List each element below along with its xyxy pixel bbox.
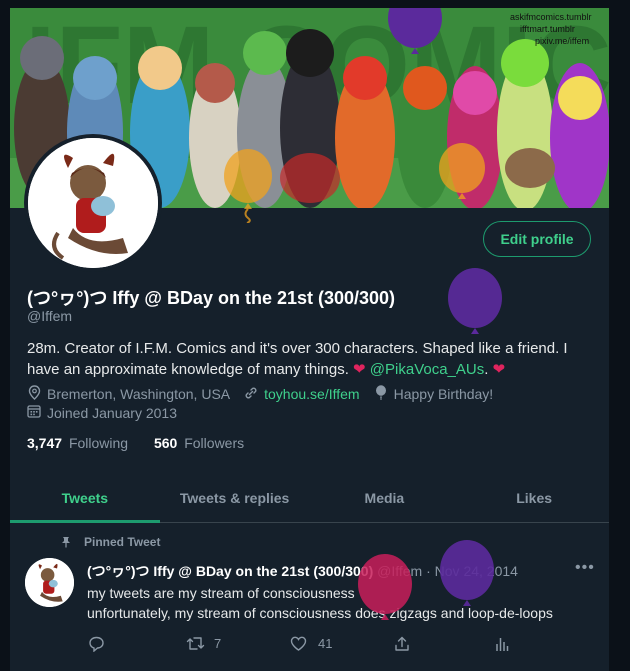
location-pin-icon [27,385,41,403]
share-button[interactable] [394,636,410,652]
pinned-indicator: Pinned Tweet [60,535,160,549]
tweet-line: my tweets are my stream of consciousness [87,585,355,601]
followers-label: Followers [184,435,245,451]
profile-avatar[interactable] [24,134,162,272]
bio-text-end: . [484,361,493,378]
profile-stats: 3,747 Following 560 Followers [27,435,244,451]
pin-icon [62,537,70,548]
reply-button[interactable] [88,636,105,652]
birthday-text: Happy Birthday! [393,386,494,402]
balloon-decoration [358,554,412,620]
pinned-label: Pinned Tweet [84,535,161,549]
heart-icon: ❤ [492,361,506,378]
profile-joined-row: Joined January 2013 [27,404,191,421]
followers-count: 560 [153,435,178,451]
bio-mention-link[interactable]: @PikaVoca_AUs [370,361,484,378]
balloon-decoration [448,268,502,334]
profile-handle: @Iffem [27,308,73,324]
followers-stat[interactable]: 560 Followers [154,435,244,451]
avatar-illustration [28,138,158,268]
balloon-decoration [388,8,442,54]
heart-icon: ❤ [353,361,366,378]
tab-likes[interactable]: Likes [459,474,609,522]
website-link[interactable]: toyhou.se/Iffem [264,386,359,402]
joined-text: Joined January 2013 [47,404,177,421]
profile-bio: 28m. Creator of I.F.M. Comics and it's o… [27,338,597,380]
website-item[interactable]: toyhou.se/Iffem [244,386,360,403]
following-stat[interactable]: 3,747 Following [27,435,128,451]
tweet-avatar[interactable] [25,558,74,607]
link-icon [244,386,258,403]
profile-tabs: Tweets Tweets & replies Media Likes [10,474,609,523]
retweet-button[interactable]: 7 [186,636,221,651]
tab-tweets[interactable]: Tweets [10,474,160,523]
reply-icon [89,636,104,652]
tweet-text: my tweets are my stream of consciousness… [87,583,597,623]
banner-credit: ifftmart.tumblr [520,24,575,34]
edit-profile-button[interactable]: Edit profile [483,221,591,257]
following-count: 3,747 [27,435,63,451]
like-count: 41 [318,636,333,651]
balloon-decoration [224,149,272,223]
more-options-icon[interactable]: ••• [575,559,595,577]
profile-page: IFM COMICS [10,8,609,671]
following-label: Following [68,435,129,451]
birthday-item: Happy Birthday! [374,385,494,403]
balloon-icon [374,385,388,403]
tweet-line: unfortunately, my stream of consciousnes… [87,605,553,621]
location-text: Bremerton, Washington, USA [47,386,231,402]
retweet-count: 7 [214,636,222,651]
tweet-avatar-illustration [25,558,74,607]
balloon-decoration [440,540,494,606]
profile-name: (つ°ヮ°)つ Iffy @ BDay on the 21st (300/300… [27,288,396,308]
balloon-decoration [439,143,485,199]
like-button[interactable]: 41 [290,636,332,651]
tab-media[interactable]: Media [310,474,460,522]
heart-outline-icon [290,636,307,651]
tab-tweets-replies[interactable]: Tweets & replies [160,474,310,522]
analytics-button[interactable] [495,636,509,652]
location-item: Bremerton, Washington, USA [27,385,230,403]
banner-credit: pixiv.me/iffem [535,36,589,46]
joined-item: Joined January 2013 [27,404,177,421]
share-icon [395,636,409,651]
tweet-author-name[interactable]: (つ°ヮ°)つ Iffy @ BDay on the 21st (300/300… [87,563,373,579]
profile-meta-row: Bremerton, Washington, USA toyhou.se/Iff… [27,385,507,403]
retweet-icon [186,637,205,650]
banner-credit: askifmcomics.tumblr [510,12,592,22]
analytics-icon [496,638,509,651]
calendar-icon [27,404,41,421]
